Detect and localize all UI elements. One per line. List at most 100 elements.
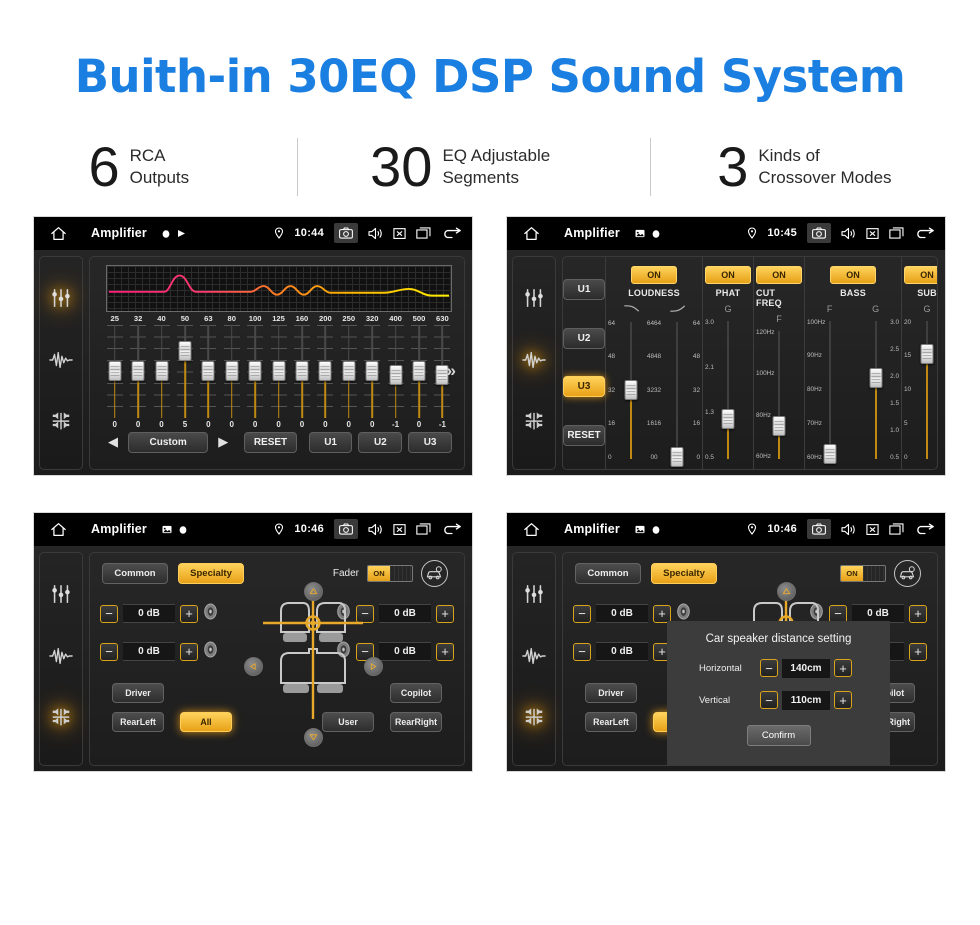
confirm-button[interactable]: Confirm bbox=[746, 724, 811, 746]
sub-on-button[interactable]: ON bbox=[904, 265, 937, 284]
close-box-icon[interactable] bbox=[866, 523, 879, 536]
eq-slider-track[interactable] bbox=[270, 324, 287, 418]
eq-slider-track[interactable] bbox=[410, 324, 427, 418]
eq-slider-knob[interactable] bbox=[178, 340, 192, 361]
direction-left-button[interactable] bbox=[244, 656, 263, 676]
eq-band-40[interactable]: 0 bbox=[150, 324, 173, 429]
sidebar-item-waveform[interactable] bbox=[49, 646, 73, 671]
recents-icon[interactable] bbox=[416, 523, 431, 535]
horizontal-minus-button[interactable]: − bbox=[760, 659, 778, 677]
horizontal-plus-button[interactable]: + bbox=[834, 659, 852, 677]
car-gear-icon[interactable] bbox=[421, 559, 448, 587]
seat-button-driver[interactable]: Driver bbox=[112, 682, 164, 703]
speaker-front-right-plus-button[interactable]: + bbox=[436, 604, 454, 623]
sidebar-item-balance[interactable] bbox=[49, 707, 73, 734]
dsp-slider-knob[interactable] bbox=[624, 380, 638, 400]
preset-next-button[interactable]: ▶ bbox=[214, 434, 232, 450]
direction-up-button[interactable] bbox=[304, 581, 323, 601]
eq-band-320[interactable]: 0 bbox=[360, 324, 383, 429]
user-preset-u2-button[interactable]: U2 bbox=[358, 431, 403, 453]
double-chevron-right-icon[interactable]: » bbox=[447, 361, 456, 381]
sidebar-item-waveform[interactable] bbox=[522, 646, 546, 671]
eq-band-50[interactable]: 5 bbox=[173, 324, 196, 429]
volume-icon[interactable] bbox=[368, 523, 383, 536]
eq-slider-knob[interactable] bbox=[365, 361, 379, 381]
dsp-slider-knob[interactable] bbox=[670, 446, 684, 467]
eq-band-63[interactable]: 0 bbox=[197, 324, 220, 429]
eq-slider-knob[interactable] bbox=[389, 365, 403, 386]
speaker-front-left-plus-button[interactable]: + bbox=[180, 604, 198, 623]
speaker-rear-left-plus-button[interactable]: + bbox=[180, 642, 198, 661]
dsp-slider-2[interactable]: 64 48 32 16 0 64 48 32 16 0 bbox=[654, 318, 700, 467]
dsp-slider-1[interactable]: 100Hz 90Hz 80Hz 70Hz 60Hz bbox=[807, 317, 853, 464]
camera-icon[interactable] bbox=[334, 519, 358, 539]
eq-slider-knob[interactable] bbox=[272, 361, 286, 381]
direction-up-button[interactable] bbox=[777, 581, 796, 601]
close-box-icon[interactable] bbox=[393, 227, 406, 240]
camera-icon[interactable] bbox=[807, 223, 831, 243]
seat-button-user[interactable]: User bbox=[322, 711, 374, 732]
seat-button-rearleft[interactable]: RearLeft bbox=[585, 711, 637, 732]
dsp-slider-knob[interactable] bbox=[869, 367, 883, 388]
seat-button-driver[interactable]: Driver bbox=[585, 682, 637, 703]
eq-slider-track[interactable] bbox=[293, 324, 310, 418]
eq-slider-knob[interactable] bbox=[108, 361, 122, 381]
close-box-icon[interactable] bbox=[393, 523, 406, 536]
eq-slider-knob[interactable] bbox=[318, 361, 332, 381]
direction-down-button[interactable] bbox=[304, 727, 323, 747]
eq-slider-bank[interactable]: 0 0 0 5 0 0 0 0 0 0 0 0 -1 0 -1 » bbox=[103, 324, 456, 429]
recents-icon[interactable] bbox=[889, 227, 904, 239]
eq-band-80[interactable]: 0 bbox=[220, 324, 243, 429]
home-icon[interactable] bbox=[45, 522, 71, 537]
speaker-rear-left-minus-button[interactable]: − bbox=[100, 642, 118, 661]
dsp-slider-1[interactable]: 3.0 2.1 1.3 0.5 bbox=[705, 317, 751, 463]
eq-slider-knob[interactable] bbox=[412, 361, 426, 381]
dsp-slider-1[interactable]: 20 15 10 5 0 bbox=[904, 317, 937, 463]
sidebar-item-equalizer[interactable] bbox=[50, 287, 72, 314]
camera-icon[interactable] bbox=[807, 519, 831, 539]
phat-on-button[interactable]: ON bbox=[705, 265, 751, 284]
back-arrow-icon[interactable] bbox=[914, 523, 934, 536]
eq-slider-track[interactable] bbox=[130, 324, 147, 418]
speaker-rear-left-minus-button[interactable]: − bbox=[573, 642, 591, 661]
speaker-front-right-plus-button[interactable]: + bbox=[909, 604, 927, 623]
car-seat-diagram-wrap[interactable] bbox=[261, 598, 365, 724]
recents-icon[interactable] bbox=[889, 523, 904, 535]
eq-slider-track[interactable] bbox=[223, 324, 240, 418]
tab-common[interactable]: Common bbox=[575, 562, 641, 584]
sidebar-item-waveform[interactable] bbox=[522, 350, 546, 375]
eq-slider-knob[interactable] bbox=[201, 361, 215, 381]
direction-right-button[interactable] bbox=[364, 656, 383, 676]
home-icon[interactable] bbox=[518, 522, 544, 537]
home-icon[interactable] bbox=[518, 226, 544, 241]
car-gear-icon[interactable] bbox=[894, 559, 921, 587]
home-icon[interactable] bbox=[45, 226, 71, 241]
seat-button-copilot[interactable]: Copilot bbox=[390, 682, 442, 703]
eq-slider-track[interactable] bbox=[200, 324, 217, 418]
seat-button-all[interactable]: All bbox=[180, 711, 232, 732]
eq-slider-track[interactable] bbox=[247, 324, 264, 418]
dsp-preset-u3-button[interactable]: U3 bbox=[563, 376, 605, 398]
eq-slider-knob[interactable] bbox=[248, 361, 262, 381]
eq-slider-knob[interactable] bbox=[225, 361, 239, 381]
eq-slider-track[interactable] bbox=[106, 324, 123, 418]
dsp-slider-knob[interactable] bbox=[772, 415, 786, 436]
sidebar-item-equalizer[interactable] bbox=[50, 583, 72, 610]
eq-slider-knob[interactable] bbox=[155, 361, 169, 381]
dsp-slider-1[interactable]: 64 48 32 16 0 64 48 32 16 0 bbox=[608, 318, 654, 463]
back-arrow-icon[interactable] bbox=[441, 523, 461, 536]
user-preset-u3-button[interactable]: U3 bbox=[408, 431, 452, 453]
vertical-plus-button[interactable]: + bbox=[834, 691, 852, 709]
reset-button[interactable]: RESET bbox=[244, 431, 297, 453]
preset-prev-button[interactable]: ◀ bbox=[104, 434, 122, 450]
eq-band-250[interactable]: 0 bbox=[337, 324, 360, 429]
preset-name[interactable]: Custom bbox=[128, 431, 209, 453]
eq-slider-track[interactable] bbox=[176, 324, 193, 418]
eq-slider-knob[interactable] bbox=[342, 361, 356, 381]
tab-specialty[interactable]: Specialty bbox=[178, 562, 244, 584]
speaker-rear-right-plus-button[interactable]: + bbox=[436, 642, 454, 661]
seat-button-rearright[interactable]: RearRight bbox=[390, 711, 442, 732]
bass-on-button[interactable]: ON bbox=[830, 265, 876, 284]
eq-slider-track[interactable] bbox=[387, 324, 404, 418]
vertical-minus-button[interactable]: − bbox=[760, 691, 778, 709]
